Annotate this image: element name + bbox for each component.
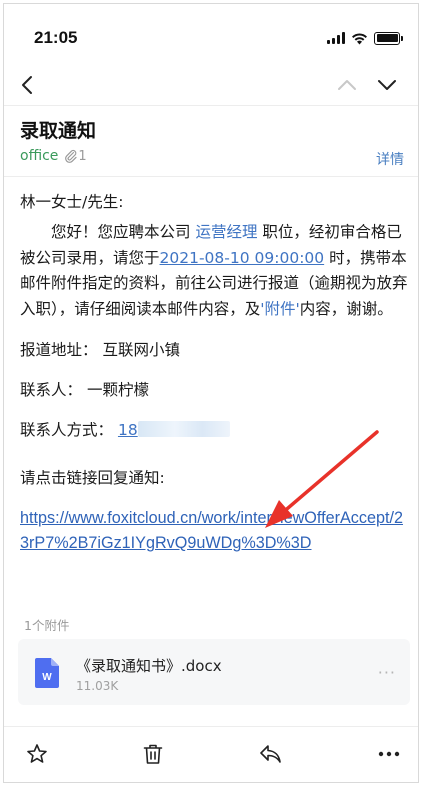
attachment-filesize: 11.03K — [76, 679, 119, 693]
reply-icon — [260, 745, 281, 763]
paperclip-icon — [65, 149, 78, 163]
battery-icon — [374, 31, 403, 45]
phone-blurred — [137, 421, 230, 438]
address-label: 报道地址： — [20, 341, 98, 360]
status-icons — [327, 31, 403, 45]
attachment-item[interactable]: W 《录取通知书》.docx 11.03K ··· — [18, 639, 410, 705]
word-document-icon: W — [35, 658, 59, 688]
attachments-count-label: 1个附件 — [24, 618, 70, 633]
contact-value: 一颗柠檬 — [86, 381, 149, 400]
reply-prompt: 请点击链接回复通知: — [20, 469, 165, 488]
more-icon — [378, 751, 400, 757]
back-button[interactable] — [14, 72, 40, 98]
trash-icon — [143, 744, 163, 764]
reply-url-link[interactable]: https://www.foxitcloud.cn/work/interview… — [20, 506, 410, 556]
paragraph-text-1: 您好！您应聘本公司 — [51, 223, 196, 241]
wifi-icon — [352, 32, 367, 44]
address-row: 报道地址： 互联网小镇 — [20, 338, 410, 362]
position-name: 运营经理 — [195, 223, 258, 241]
attachment-count: 1 — [78, 148, 87, 164]
chevron-up-icon — [338, 80, 356, 90]
phone-link[interactable]: 18 — [118, 421, 230, 439]
header-divider — [4, 176, 418, 177]
status-bar: 21:05 — [4, 4, 418, 64]
address-value: 互联网小镇 — [102, 341, 180, 360]
svg-text:W: W — [42, 672, 52, 683]
attachment-filename: 《录取通知书》.docx — [76, 657, 222, 675]
report-datetime-link[interactable]: 2021-08-10 09:00:00 — [160, 249, 325, 267]
chevron-left-icon — [22, 76, 32, 94]
attachment-indicator: 1 — [64, 148, 87, 164]
email-subject: 录取通知 — [20, 120, 97, 142]
attachment-more-button[interactable]: ··· — [378, 663, 396, 682]
email-meta: office 1 — [20, 148, 87, 164]
status-time: 21:05 — [34, 28, 78, 47]
phone-label: 联系人方式： — [20, 421, 114, 440]
next-email-button[interactable] — [374, 72, 400, 98]
reply-button[interactable] — [258, 741, 284, 767]
delete-button[interactable] — [140, 741, 166, 767]
offer-paragraph: 您好！您应聘本公司 运营经理 职位，经初审合格已被公司录用，请您于2021-08… — [20, 220, 410, 322]
phone-prefix: 18 — [117, 421, 138, 440]
greeting: 林一女士/先生: — [20, 193, 124, 211]
attachment-reference: '附件' — [260, 299, 300, 318]
cellular-signal-icon — [327, 32, 345, 44]
star-button[interactable] — [24, 741, 50, 767]
paragraph-text-4: 内容，谢谢。 — [299, 299, 393, 318]
contact-row: 联系人： 一颗柠檬 — [20, 378, 410, 402]
details-link[interactable]: 详情 — [376, 149, 404, 169]
contact-label: 联系人： — [20, 381, 83, 400]
more-button[interactable] — [376, 741, 402, 767]
email-screen: 21:05 录取通知 office 1 详情 林一女士/先生: 您好！您应聘本公… — [3, 3, 419, 783]
chevron-down-icon — [378, 80, 396, 90]
email-body: 林一女士/先生: 您好！您应聘本公司 运营经理 职位，经初审合格已被公司录用，请… — [20, 190, 410, 556]
star-icon — [27, 744, 47, 763]
bottom-toolbar — [4, 726, 418, 782]
phone-row: 联系人方式： 18 — [20, 418, 410, 442]
previous-email-button[interactable] — [334, 72, 360, 98]
sender-name[interactable]: office — [20, 148, 58, 164]
nav-bar — [4, 64, 418, 106]
